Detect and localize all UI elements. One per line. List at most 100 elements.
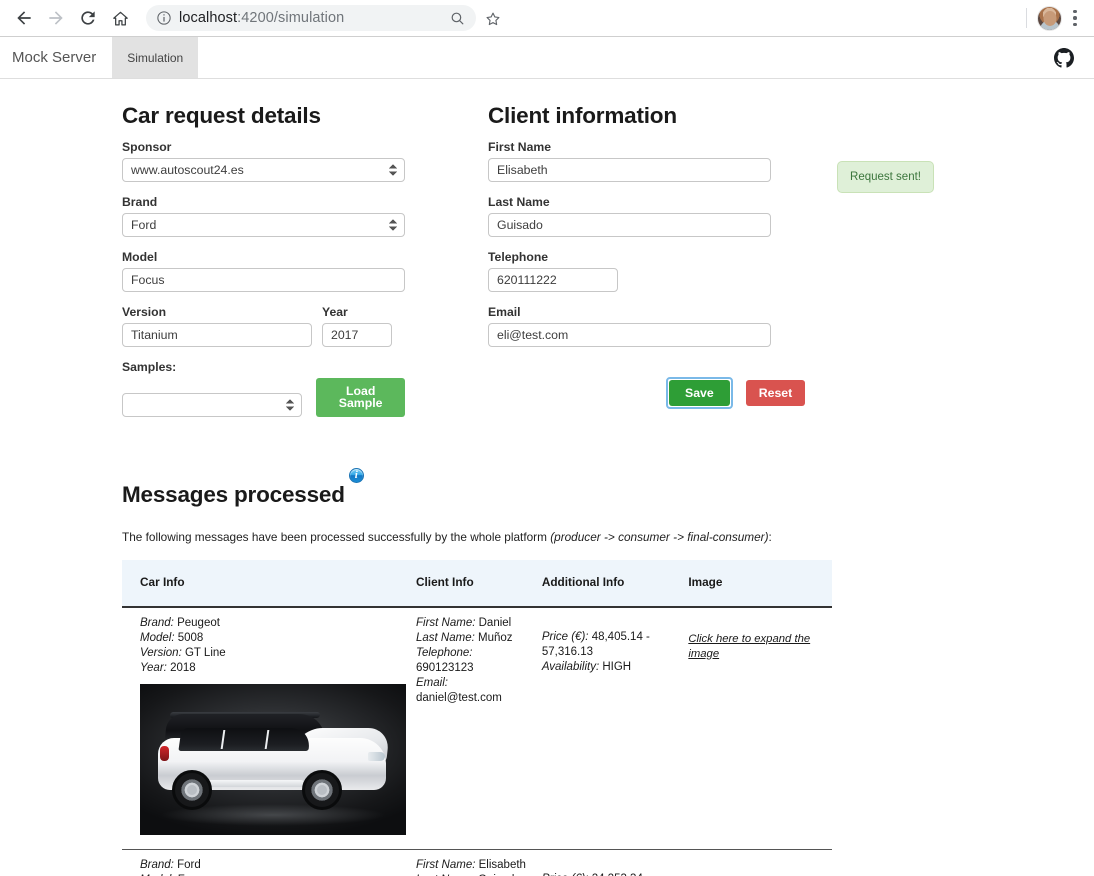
client-telephone-value: 690123123 [416, 661, 474, 674]
tab-simulation[interactable]: Simulation [112, 37, 199, 78]
column-header-additional-info: Additional Info [541, 559, 689, 608]
car-model: Model: 5008 [140, 631, 406, 646]
field-group-samples: Samples: Load Sample [122, 360, 405, 417]
additional-availability-label: Availability: [541, 660, 600, 673]
car-image[interactable] [140, 683, 406, 835]
version-label: Version [122, 305, 167, 319]
content-container: Car request details Sponsor Brand Model [0, 79, 1094, 876]
client-last-name-label: Last Name: [416, 631, 475, 644]
car-image-headlight [368, 751, 385, 761]
sponsor-select-wrapper[interactable] [122, 158, 405, 182]
brand-select-wrapper[interactable] [122, 213, 405, 237]
column-header-car-info: Car Info [122, 559, 416, 608]
additional-price-label: Price (€): [541, 630, 589, 643]
cell-client-info: First Name: Daniel Last Name: Muñoz Tele… [416, 606, 542, 850]
client-form-title: Client information [488, 103, 677, 128]
client-telephone-label: Telephone: [416, 646, 473, 659]
info-icon[interactable]: i [348, 467, 364, 483]
github-icon[interactable] [1054, 47, 1074, 68]
model-label: Model [122, 250, 158, 264]
car-brand-value: Ford [177, 858, 201, 871]
cell-additional-info: Price (€): 24,253.34 - 26,214.77 Availab… [541, 849, 689, 876]
year-input[interactable] [322, 323, 392, 347]
cell-client-info: First Name: Elisabeth Last Name: Guisado… [416, 849, 542, 876]
cell-image: Click here to expand the image [688, 606, 832, 850]
car-model: Model: Focus [140, 873, 406, 876]
car-year: Year: 2018 [140, 661, 406, 676]
car-brand: Brand: Peugeot [140, 616, 406, 631]
cell-car-info: Brand: Peugeot Model: 5008 Version: GT L… [122, 606, 416, 850]
messages-description: The following messages have been process… [122, 530, 1094, 544]
brand-label: Brand [122, 195, 158, 209]
table-header-row: Car Info Client Info Additional Info Ima… [122, 559, 832, 608]
car-year-label: Year: [140, 661, 167, 674]
toolbar-right-group [1018, 4, 1086, 32]
brand-select[interactable] [122, 213, 405, 237]
profile-avatar[interactable] [1037, 5, 1062, 31]
last-name-label: Last Name [488, 195, 550, 209]
browser-toolbar: localhost:4200/simulation [0, 0, 1094, 37]
version-input[interactable] [122, 323, 312, 347]
save-button[interactable]: Save [669, 380, 730, 407]
reset-button[interactable]: Reset [745, 380, 806, 407]
field-group-last-name: Last Name [488, 195, 771, 237]
telephone-label: Telephone [488, 250, 549, 264]
table-row: Brand: Ford Model: Focus Version: Titani… [122, 849, 832, 876]
forward-arrow-icon[interactable] [40, 2, 72, 34]
client-telephone: Telephone: 690123123 [416, 646, 532, 676]
client-first-name-label: First Name: [416, 858, 476, 871]
model-input[interactable] [122, 268, 405, 292]
email-label: Email [488, 305, 521, 319]
samples-row: Load Sample [122, 378, 405, 417]
home-icon[interactable] [104, 2, 136, 34]
reload-icon[interactable] [72, 2, 104, 34]
kebab-menu-icon[interactable] [1064, 4, 1086, 32]
cell-additional-info: Price (€): 48,405.14 - 57,316.13 Availab… [541, 606, 689, 850]
cell-image: Click here to expand the image [688, 849, 832, 876]
site-info-icon[interactable] [156, 10, 172, 26]
star-icon[interactable] [484, 10, 501, 27]
additional-price-label: Price (€): [542, 873, 589, 876]
field-group-brand: Brand [122, 195, 405, 237]
car-request-form: Car request details Sponsor Brand Model [122, 103, 405, 430]
table-row: Brand: Peugeot Model: 5008 Version: GT L… [122, 606, 832, 850]
back-arrow-icon[interactable] [8, 2, 40, 34]
toolbar-divider [1026, 8, 1027, 28]
search-icon[interactable] [449, 10, 466, 27]
first-name-input[interactable] [488, 158, 771, 182]
car-version-label: Version: [140, 646, 182, 659]
sponsor-select[interactable] [122, 158, 405, 182]
field-group-version-year: Version Year [122, 305, 405, 347]
app-navbar: Mock Server Simulation [0, 37, 1094, 79]
messages-title: Messages processed [122, 481, 345, 507]
field-group-telephone: Telephone [488, 250, 771, 292]
field-group-version: Version [122, 305, 312, 347]
messages-description-tail: : [768, 529, 772, 544]
column-header-client-info: Client Info [416, 559, 542, 608]
load-sample-button[interactable]: Load Sample [316, 378, 405, 417]
last-name-input[interactable] [488, 213, 771, 237]
status-toast: Request sent! [837, 161, 934, 193]
email-input[interactable] [488, 323, 771, 347]
additional-availability: Availability: HIGH [542, 660, 679, 675]
url-text: localhost:4200/simulation [179, 10, 443, 26]
field-group-model: Model [122, 250, 405, 292]
additional-price: Price (€): 24,253.34 - 26,214.77 [542, 872, 679, 876]
samples-select-wrapper[interactable] [122, 392, 303, 417]
additional-availability-value: HIGH [602, 660, 632, 673]
car-image-taillight [160, 745, 169, 761]
app-brand[interactable]: Mock Server [0, 37, 112, 78]
client-first-name-value: Elisabeth [478, 858, 526, 871]
address-bar[interactable]: localhost:4200/simulation [146, 5, 476, 31]
expand-image-link[interactable]: Click here to expand the image [688, 633, 810, 660]
client-first-name: First Name: Daniel [416, 616, 532, 631]
samples-select[interactable] [122, 392, 303, 417]
samples-label: Samples: [122, 360, 177, 374]
car-version: Version: GT Line [140, 646, 406, 661]
car-image-rear-wheel [172, 769, 212, 810]
field-group-year: Year [322, 305, 392, 347]
save-button-focus-ring: Save [666, 377, 733, 410]
car-model-value: 5008 [177, 631, 204, 644]
telephone-input[interactable] [488, 268, 618, 292]
messages-section: Messages processed i The following messa… [0, 467, 1094, 876]
